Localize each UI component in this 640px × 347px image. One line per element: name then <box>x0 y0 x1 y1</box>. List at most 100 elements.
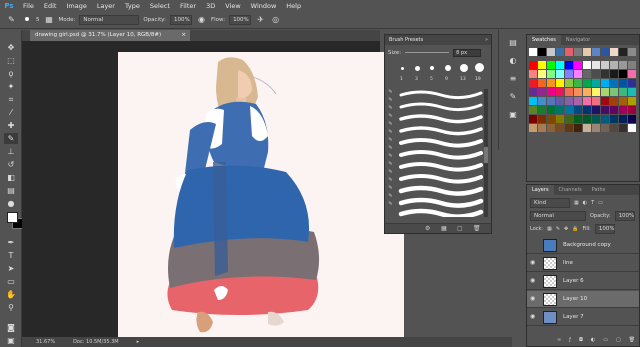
swatch[interactable] <box>529 88 537 96</box>
filter-adjust-icon[interactable]: ◐ <box>583 200 587 206</box>
swatch[interactable] <box>628 88 636 96</box>
swatch[interactable] <box>547 88 555 96</box>
close-icon[interactable]: × <box>181 30 186 41</box>
swatch[interactable] <box>529 124 537 132</box>
hand-tool-icon[interactable]: ✋ <box>4 289 18 300</box>
swatch[interactable] <box>565 115 573 123</box>
brush-stroke-previews[interactable] <box>397 89 485 217</box>
zoom-tool-icon[interactable]: ⚲ <box>4 302 18 313</box>
brush-panel-icon[interactable]: ✎ <box>507 90 519 102</box>
swatch[interactable] <box>610 48 618 56</box>
swatch[interactable] <box>628 70 636 78</box>
brush-presets-scrollbar[interactable] <box>484 89 488 217</box>
filter-shape-icon[interactable]: ▭ <box>598 200 603 206</box>
swatch[interactable] <box>565 70 573 78</box>
swatch[interactable] <box>628 106 636 114</box>
menu-window[interactable]: Window <box>246 2 282 10</box>
status-menu-icon[interactable]: ▸ <box>137 339 140 345</box>
swatch[interactable] <box>592 88 600 96</box>
swatch[interactable] <box>583 70 591 78</box>
properties-panel-icon[interactable]: ≡ <box>507 72 519 84</box>
swatch[interactable] <box>529 106 537 114</box>
fx-icon[interactable]: ƒ <box>569 337 571 343</box>
menu-filter[interactable]: Filter <box>175 2 201 10</box>
grid-view-icon[interactable]: ▦ <box>441 225 447 232</box>
swatch[interactable] <box>628 48 636 56</box>
eye-icon[interactable]: ◉ <box>530 314 538 320</box>
swatch[interactable] <box>538 48 546 56</box>
screen-mode-icon[interactable]: ▣ <box>4 335 18 346</box>
swatch[interactable] <box>574 79 582 87</box>
swatch[interactable] <box>619 79 627 87</box>
swatch[interactable] <box>610 70 618 78</box>
swatch[interactable] <box>619 61 627 69</box>
swatch[interactable] <box>538 79 546 87</box>
swatch[interactable] <box>583 88 591 96</box>
swatch[interactable] <box>592 97 600 105</box>
filter-type-icon[interactable]: T <box>591 200 594 206</box>
menu-select[interactable]: Select <box>145 2 175 10</box>
swatch[interactable] <box>556 97 564 105</box>
swatch[interactable] <box>601 106 609 114</box>
swatch[interactable] <box>538 106 546 114</box>
swatch[interactable] <box>619 88 627 96</box>
mode-select[interactable]: Normal <box>79 14 140 25</box>
swatch[interactable] <box>601 79 609 87</box>
pen-tool-icon[interactable]: ✒ <box>4 237 18 248</box>
swatch[interactable] <box>556 115 564 123</box>
zoom-level[interactable]: 31.67% <box>36 339 55 345</box>
swatch[interactable] <box>556 48 564 56</box>
swatch[interactable] <box>565 106 573 114</box>
swatch[interactable] <box>601 61 609 69</box>
filter-pixel-icon[interactable]: ▦ <box>574 200 579 206</box>
menu-file[interactable]: File <box>18 2 39 10</box>
swatch[interactable] <box>574 48 582 56</box>
history-brush-tool-icon[interactable]: ↺ <box>4 159 18 170</box>
lock-pixels-icon[interactable]: ▦ <box>547 226 552 232</box>
swatch[interactable] <box>583 61 591 69</box>
swatch[interactable] <box>619 115 627 123</box>
fill-field[interactable]: 100% <box>594 224 615 234</box>
swatch[interactable] <box>592 79 600 87</box>
toggle-brush-panel-icon[interactable]: ⚙ <box>425 225 430 232</box>
shape-tool-icon[interactable]: ▭ <box>4 276 18 287</box>
swatch[interactable] <box>547 70 555 78</box>
brush-tip[interactable] <box>415 66 420 71</box>
brush-panel-toggle-icon[interactable]: ▦ <box>44 14 55 25</box>
swatch[interactable] <box>565 61 573 69</box>
document-canvas[interactable] <box>118 52 404 338</box>
menu-edit[interactable]: Edit <box>39 2 62 10</box>
layer-row[interactable]: ◉ line <box>527 255 639 272</box>
swatch[interactable] <box>565 79 573 87</box>
swatch[interactable] <box>583 115 591 123</box>
brush-presets-header[interactable]: Brush Presets » <box>385 35 491 45</box>
brush-size-slider[interactable] <box>405 52 450 53</box>
brush-tool-icon[interactable]: ✎ <box>6 14 17 25</box>
swatch[interactable] <box>547 48 555 56</box>
swatch[interactable] <box>601 70 609 78</box>
swatch[interactable] <box>565 48 573 56</box>
swatch[interactable] <box>547 124 555 132</box>
swatch[interactable] <box>583 97 591 105</box>
pressure-size-icon[interactable]: ◎ <box>270 14 281 25</box>
swatch[interactable] <box>610 106 618 114</box>
swatch[interactable] <box>610 124 618 132</box>
swatch[interactable] <box>628 115 636 123</box>
flow-field[interactable]: 100% <box>229 14 252 25</box>
link-layers-icon[interactable]: ∞ <box>557 337 561 343</box>
layer-row[interactable]: ◉ Layer 7 <box>527 309 639 326</box>
adjustment-layer-icon[interactable]: ◐ <box>591 337 595 343</box>
eye-icon[interactable]: ◉ <box>530 260 538 266</box>
swatch[interactable] <box>529 97 537 105</box>
tab-channels[interactable]: Channels <box>554 185 587 195</box>
history-panel-icon[interactable]: ▤ <box>507 36 519 48</box>
swatch[interactable] <box>628 124 636 132</box>
swatch[interactable] <box>547 115 555 123</box>
swatch[interactable] <box>628 97 636 105</box>
swatch[interactable] <box>538 97 546 105</box>
swatch[interactable] <box>610 88 618 96</box>
styles-panel-icon[interactable]: ▣ <box>507 108 519 120</box>
eye-icon[interactable]: ◉ <box>530 278 538 284</box>
swatch[interactable] <box>538 70 546 78</box>
swatch[interactable] <box>592 124 600 132</box>
